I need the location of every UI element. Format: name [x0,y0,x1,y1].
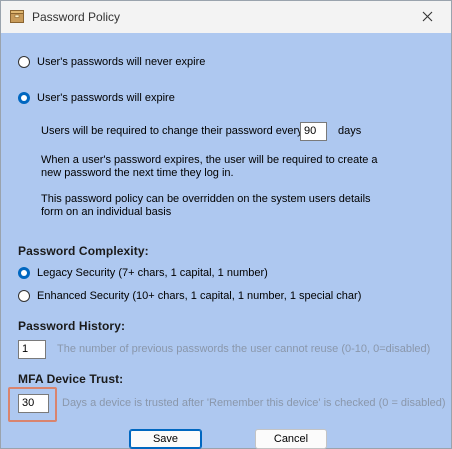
app-icon [10,10,24,23]
legacy-security-label[interactable]: Legacy Security (7+ chars, 1 capital, 1 … [37,267,268,279]
expiry-info-line-2: new password the next time they log in. [41,167,234,179]
mfa-heading: MFA Device Trust: [18,372,124,386]
close-button[interactable] [405,1,451,33]
change-password-prefix: Users will be required to change their p… [41,125,303,137]
enhanced-security-radio[interactable] [18,290,30,302]
legacy-security-radio[interactable] [18,267,30,279]
never-expire-radio[interactable] [18,56,30,68]
history-description: The number of previous passwords the use… [57,343,431,355]
never-expire-label[interactable]: User's passwords will never expire [37,56,205,68]
history-heading: Password History: [18,319,126,333]
days-suffix: days [338,125,362,137]
cancel-button[interactable]: Cancel [255,429,327,449]
password-policy-dialog: Password Policy User's passwords will ne… [0,0,452,449]
complexity-heading: Password Complexity: [18,244,149,258]
history-count-input[interactable]: 1 [18,340,46,359]
will-expire-label[interactable]: User's passwords will expire [37,92,175,104]
title-bar: Password Policy [1,1,451,33]
will-expire-radio[interactable] [18,92,30,104]
enhanced-security-label[interactable]: Enhanced Security (10+ chars, 1 capital,… [37,290,361,302]
close-icon [422,11,433,22]
expiry-info-line-1: When a user's password expires, the user… [41,154,378,166]
mfa-description: Days a device is trusted after 'Remember… [62,397,446,409]
mfa-trust-days-input[interactable]: 30 [18,394,49,413]
window-title: Password Policy [32,10,121,24]
expiry-days-input[interactable]: 90 [300,122,327,141]
override-info-line-1: This password policy can be overridden o… [41,193,371,205]
save-button[interactable]: Save [129,429,202,449]
override-info-line-2: form on an individual basis [41,206,172,218]
